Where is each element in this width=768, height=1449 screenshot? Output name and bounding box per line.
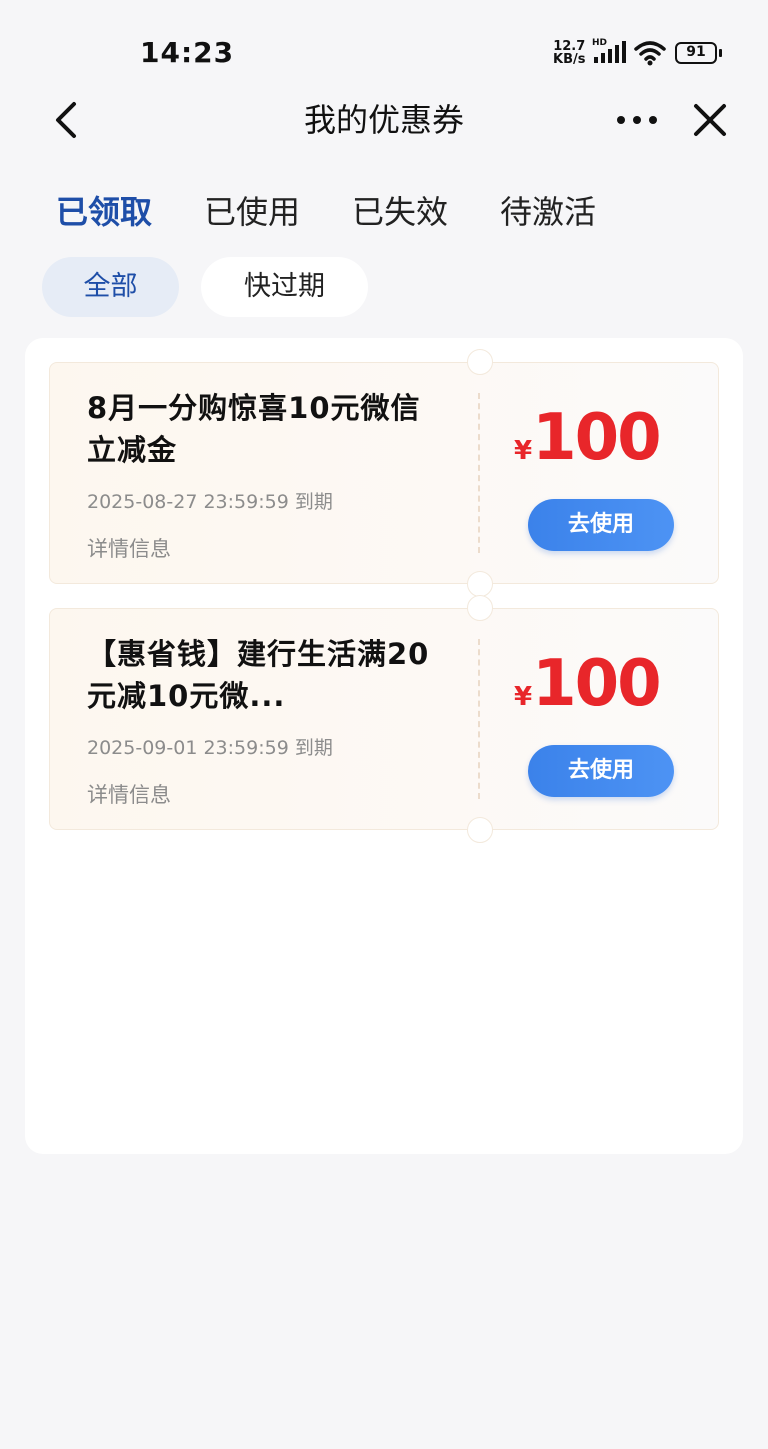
currency-symbol: ¥ bbox=[514, 436, 533, 466]
close-icon[interactable] bbox=[690, 100, 730, 140]
tab-received[interactable]: 已领取 bbox=[56, 190, 152, 234]
filter-expiring-chip[interactable]: 快过期 bbox=[201, 257, 368, 317]
coupon-expiry: 2025-09-01 23:59:59 到期 bbox=[87, 737, 333, 759]
more-horizontal-icon[interactable] bbox=[612, 104, 662, 136]
coupon-card: 8月一分购惊喜10元微信立减金 2025-08-27 23:59:59 到期 详… bbox=[49, 349, 719, 597]
tab-expired[interactable]: 已失效 bbox=[352, 190, 448, 234]
use-coupon-button[interactable]: 去使用 bbox=[528, 745, 674, 797]
coupon-amount: 100 bbox=[532, 401, 662, 475]
coupon-details-link[interactable]: 详情信息 bbox=[87, 533, 171, 563]
coupon-price: ¥100 bbox=[514, 401, 662, 475]
coupon-status-tabs: 已领取 已使用 已失效 待激活 bbox=[56, 190, 648, 234]
coupon-divider bbox=[478, 393, 480, 553]
coupon-notch bbox=[467, 349, 493, 375]
coupon-title: 8月一分购惊喜10元微信立减金 bbox=[87, 391, 421, 467]
signal-icon bbox=[594, 41, 626, 63]
tab-used[interactable]: 已使用 bbox=[204, 190, 300, 234]
coupon-title: 【惠省钱】建行生活满20元减10元微... bbox=[87, 637, 430, 713]
coupon-price: ¥100 bbox=[514, 647, 662, 721]
use-coupon-button[interactable]: 去使用 bbox=[528, 499, 674, 551]
coupon-notch bbox=[467, 595, 493, 621]
coupon-expiry: 2025-08-27 23:59:59 到期 bbox=[87, 491, 333, 513]
currency-symbol: ¥ bbox=[514, 682, 533, 712]
coupon-notch bbox=[467, 571, 493, 597]
coupon-details-link[interactable]: 详情信息 bbox=[87, 779, 171, 809]
coupon-amount: 100 bbox=[532, 647, 662, 721]
coupon-divider bbox=[478, 639, 480, 799]
status-bar: 14:23 12.7 KB/s HD 91 bbox=[0, 0, 768, 96]
status-time: 14:23 bbox=[140, 36, 235, 69]
network-speed-unit: KB/s bbox=[553, 52, 586, 67]
wifi-icon bbox=[634, 41, 666, 66]
coupon-notch bbox=[467, 817, 493, 843]
tab-pending-activation[interactable]: 待激活 bbox=[500, 190, 596, 234]
filter-all-chip[interactable]: 全部 bbox=[42, 257, 179, 317]
coupon-card: 【惠省钱】建行生活满20元减10元微... 2025-09-01 23:59:5… bbox=[49, 595, 719, 843]
coupon-list-panel: 8月一分购惊喜10元微信立减金 2025-08-27 23:59:59 到期 详… bbox=[25, 338, 743, 1154]
battery-indicator: 91 bbox=[675, 42, 722, 64]
network-speed: 12.7 KB/s bbox=[553, 40, 585, 66]
